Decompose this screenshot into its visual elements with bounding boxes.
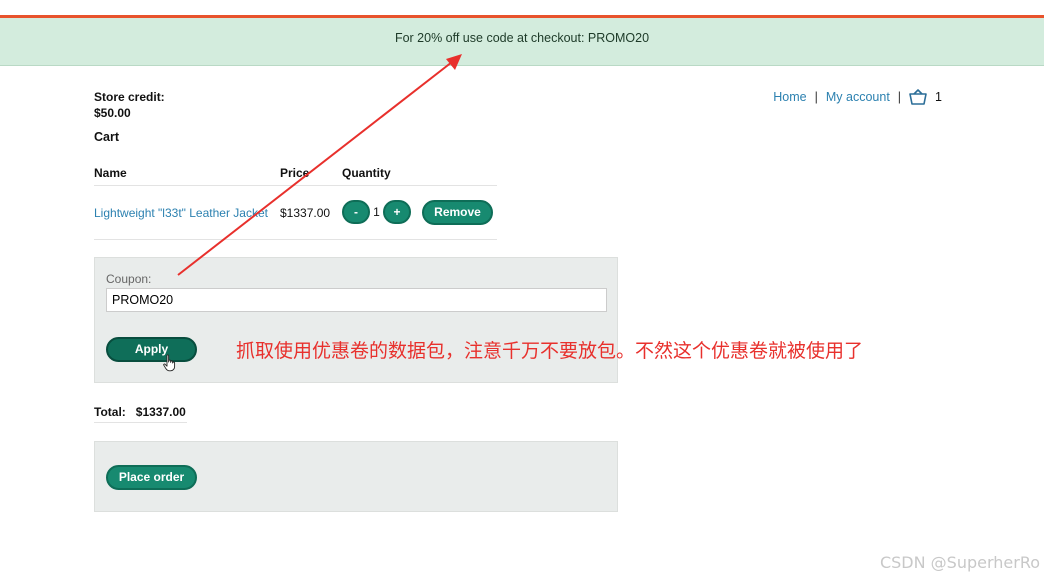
promo-notice-text: For 20% off use code at checkout: PROMO2…	[394, 31, 650, 45]
table-row: Lightweight "l33t" Leather Jacket $1337.…	[94, 185, 497, 240]
product-link[interactable]: Lightweight "l33t" Leather Jacket	[94, 206, 268, 220]
basket-icon[interactable]	[909, 89, 927, 105]
cart-count: 1	[935, 90, 942, 104]
product-name-cell: Lightweight "l33t" Leather Jacket	[94, 185, 280, 240]
remove-item-button[interactable]: Remove	[422, 200, 493, 225]
nav-separator: |	[814, 90, 818, 104]
nav-home-link[interactable]: Home	[773, 90, 806, 104]
order-total: Total: $1337.00	[94, 405, 187, 423]
store-credit-value: $50.00	[94, 106, 131, 120]
quantity-cell: -1 + Remove	[342, 185, 497, 240]
nav-separator: |	[897, 90, 902, 104]
increase-quantity-button[interactable]: +	[383, 200, 411, 224]
coupon-label: Coupon:	[106, 272, 152, 286]
nav-my-account-link[interactable]: My account	[826, 90, 890, 104]
quantity-value: 1	[373, 205, 380, 219]
annotation-text: 抓取使用优惠卷的数据包，注意千万不要放包。不然这个优惠卷就被使用了	[236, 340, 864, 362]
column-header-name: Name	[94, 160, 280, 186]
product-price: $1337.00	[280, 185, 342, 240]
apply-coupon-button[interactable]: Apply	[106, 337, 197, 362]
page: For 20% off use code at checkout: PROMO2…	[0, 0, 1044, 578]
cart-table-header-row: Name Price Quantity	[94, 160, 497, 186]
column-header-quantity: Quantity	[342, 160, 497, 186]
coupon-panel: Coupon: Apply	[94, 257, 618, 383]
total-label: Total:	[94, 405, 126, 419]
promo-notice-banner: For 20% off use code at checkout: PROMO2…	[0, 18, 1044, 66]
decrease-quantity-button[interactable]: -	[342, 200, 370, 224]
cart-table: Name Price Quantity Lightweight "l33t" L…	[94, 160, 497, 240]
store-credit-label: Store credit:	[94, 90, 165, 104]
column-header-price: Price	[280, 160, 342, 186]
cart-heading: Cart	[94, 130, 120, 144]
hand-cursor-icon	[163, 354, 176, 372]
total-value: $1337.00	[135, 405, 186, 419]
top-nav: Home | My account | 1	[773, 89, 942, 105]
watermark: CSDN @SuperherRo	[879, 553, 1040, 572]
place-order-button[interactable]: Place order	[106, 465, 197, 490]
coupon-input[interactable]	[106, 288, 607, 312]
place-order-panel: Place order	[94, 441, 618, 512]
